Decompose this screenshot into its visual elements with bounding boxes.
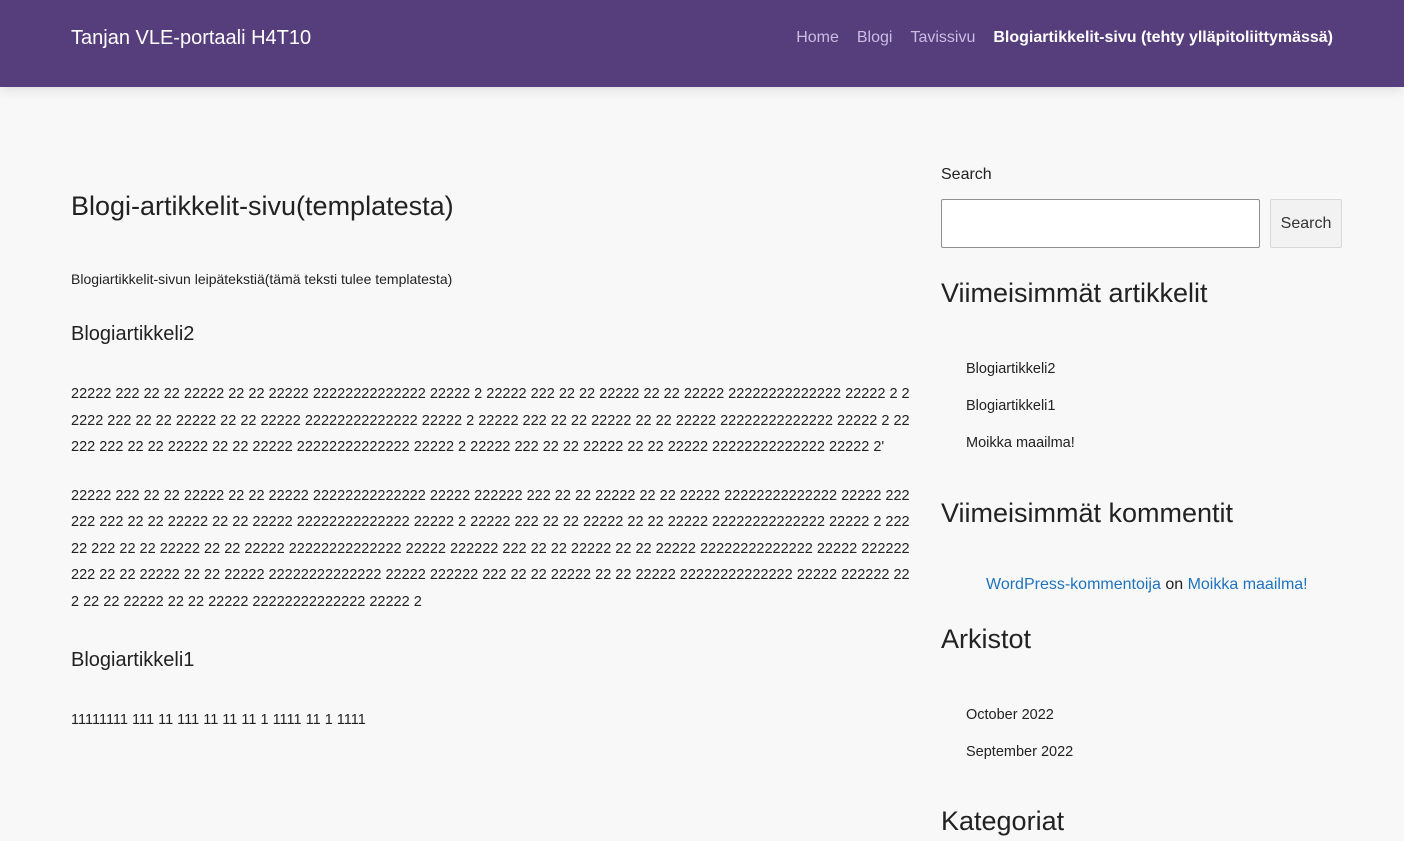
nav-item-home[interactable]: Home bbox=[796, 29, 839, 47]
list-item: Blogiartikkeli1 bbox=[966, 388, 1342, 425]
search-input[interactable] bbox=[941, 199, 1260, 248]
recent-comments-title: Viimeisimmät kommentit bbox=[941, 498, 1234, 528]
intro-text: Blogiartikkelit-sivun leipätekstiä(tämä … bbox=[71, 271, 453, 287]
recent-posts-title: Viimeisimmät artikkelit bbox=[941, 278, 1208, 308]
recent-posts-list: Blogiartikkeli2 Blogiartikkeli1 Moikka m… bbox=[941, 351, 1342, 462]
page-title: Blogi-artikkelit-sivu(templatesta) bbox=[71, 191, 454, 221]
post-paragraph: 22222 222 22 22 22222 22 22 22222 222222… bbox=[71, 386, 910, 455]
post-blogiartikkeli1: Blogiartikkeli1 11111111 111 11 111 11 1… bbox=[71, 647, 911, 734]
list-item: Moikka maailma! bbox=[966, 425, 1342, 462]
list-item: September 2022 bbox=[966, 734, 1342, 771]
post-title[interactable]: Blogiartikkeli1 bbox=[71, 647, 911, 673]
recent-post-link[interactable]: Moikka maailma! bbox=[966, 435, 1075, 451]
search-label: Search bbox=[941, 166, 992, 183]
main-nav: Home Blogi Tavissivu Blogiartikkelit-siv… bbox=[796, 29, 1333, 47]
recent-comment: WordPress-kommentoija on Moikka maailma! bbox=[941, 573, 1342, 597]
nav-item-blogiartikkelit-sivu[interactable]: Blogiartikkelit-sivu (tehty ylläpitoliit… bbox=[993, 29, 1333, 47]
comment-post-link[interactable]: Moikka maailma! bbox=[1188, 576, 1308, 593]
post-blogiartikkeli2: Blogiartikkeli2 22222 222 22 22 22222 22… bbox=[71, 321, 911, 615]
list-item: October 2022 bbox=[966, 697, 1342, 734]
search-button[interactable]: Search bbox=[1270, 199, 1342, 248]
main-content: Blogi-artikkelit-sivu(templatesta) Blogi… bbox=[71, 188, 911, 734]
archives-title: Arkistot bbox=[941, 624, 1032, 654]
archive-link[interactable]: September 2022 bbox=[966, 744, 1073, 760]
comment-author-link[interactable]: WordPress-kommentoija bbox=[986, 576, 1161, 593]
recent-post-link[interactable]: Blogiartikkeli2 bbox=[966, 361, 1055, 377]
archive-link[interactable]: October 2022 bbox=[966, 707, 1054, 723]
recent-post-link[interactable]: Blogiartikkeli1 bbox=[966, 398, 1055, 414]
list-item: Blogiartikkeli2 bbox=[966, 351, 1342, 388]
nav-item-tavissivu[interactable]: Tavissivu bbox=[910, 29, 975, 47]
post-title[interactable]: Blogiartikkeli2 bbox=[71, 321, 911, 347]
nav-item-blogi[interactable]: Blogi bbox=[857, 29, 893, 47]
sidebar: Search Search Viimeisimmät artikkelit Bl… bbox=[941, 162, 1342, 838]
categories-title: Kategoriat bbox=[941, 806, 1065, 836]
search-form: Search bbox=[941, 199, 1342, 248]
post-paragraph: 11111111 111 11 111 11 11 11 1 1111 11 1… bbox=[71, 712, 366, 728]
comment-connector: on bbox=[1165, 576, 1188, 593]
site-title-link[interactable]: Tanjan VLE-portaali H4T10 bbox=[71, 27, 311, 50]
post-paragraph: 22222 222 22 22 22222 22 22 22222 222222… bbox=[71, 487, 910, 610]
site-header: Tanjan VLE-portaali H4T10 Home Blogi Tav… bbox=[0, 0, 1404, 87]
archives-list: October 2022 September 2022 bbox=[941, 697, 1342, 771]
